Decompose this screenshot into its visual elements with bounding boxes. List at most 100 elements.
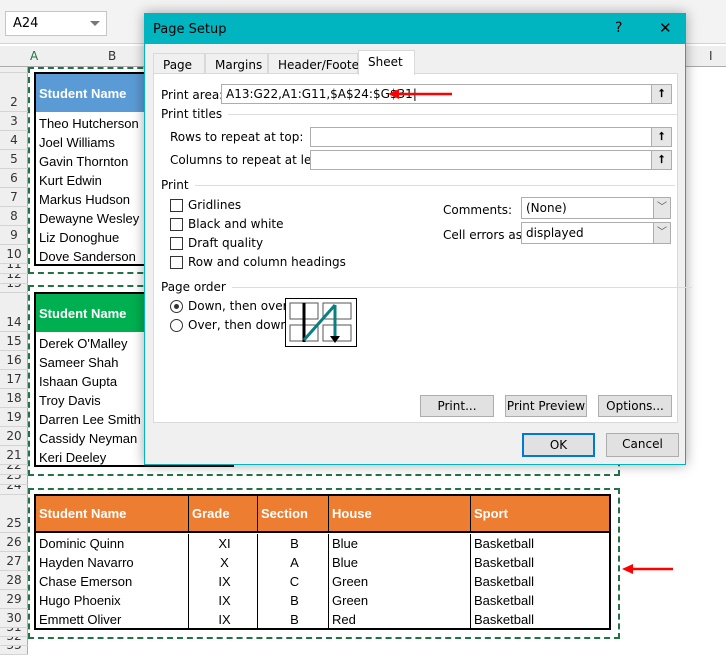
row-header[interactable]: 27 <box>0 552 28 571</box>
chevron-down-icon[interactable]: ﹀ <box>653 223 670 243</box>
row-header[interactable]: 21 <box>0 446 28 465</box>
help-button[interactable]: ? <box>615 20 622 36</box>
table-cell[interactable]: A <box>258 553 329 572</box>
tab-page[interactable]: Page <box>153 53 205 75</box>
row-header[interactable]: 12 <box>0 274 28 284</box>
row-header[interactable]: 19 <box>0 408 28 427</box>
row-header[interactable]: 29 <box>0 590 28 609</box>
table-cell[interactable]: IX <box>189 591 258 610</box>
column-header-cell[interactable]: Student Name <box>36 496 189 533</box>
ok-button[interactable]: OK <box>522 433 595 457</box>
cancel-button[interactable]: Cancel <box>606 433 679 457</box>
table-cell[interactable]: Basketball <box>471 572 609 591</box>
print-section: Print <box>161 178 675 192</box>
table-cell[interactable]: Blue <box>329 534 471 553</box>
radio-over-then-down[interactable] <box>170 319 183 332</box>
row-header[interactable]: 3 <box>0 112 28 131</box>
collapse-dialog-icon[interactable]: ⭡ <box>651 128 671 146</box>
radio-down-then-over[interactable] <box>170 300 183 313</box>
row-header[interactable]: 10 <box>0 245 28 264</box>
table-cell[interactable]: Basketball <box>471 591 609 610</box>
table-cell[interactable]: B <box>258 591 329 610</box>
table-cell[interactable]: B <box>258 610 329 629</box>
table-cell[interactable]: Green <box>329 591 471 610</box>
checkbox-row-and-column-headings[interactable] <box>170 256 183 269</box>
checkbox-gridlines[interactable] <box>170 199 183 212</box>
table-cell[interactable]: Basketball <box>471 553 609 572</box>
row-header[interactable]: 7 <box>0 188 28 207</box>
radio-over-label: Over, then down <box>188 318 288 332</box>
table-cell[interactable]: Dominic Quinn <box>36 534 189 553</box>
print-button[interactable]: Print... <box>420 395 494 417</box>
table-cell[interactable]: XI <box>189 534 258 553</box>
tab-margins[interactable]: Margins <box>205 53 268 75</box>
row-header[interactable]: 22 <box>0 465 28 475</box>
row-header[interactable]: 26 <box>0 533 28 552</box>
row-header[interactable]: 15 <box>0 332 28 351</box>
row-header[interactable]: 5 <box>0 150 28 169</box>
row-header[interactable]: 25 <box>0 495 28 533</box>
table-cell[interactable]: Green <box>329 572 471 591</box>
row-header[interactable]: 9 <box>0 226 28 245</box>
table-cell[interactable]: Basketball <box>471 534 609 553</box>
column-header-i[interactable]: I <box>709 49 713 63</box>
table-cell[interactable]: B <box>258 534 329 553</box>
table-cell[interactable]: Basketball <box>471 610 609 629</box>
table-cell[interactable]: Hugo Phoenix <box>36 591 189 610</box>
comments-select[interactable]: (None) ﹀ <box>521 197 671 219</box>
table-cell[interactable]: Hayden Navarro <box>36 553 189 572</box>
print-preview-button[interactable]: Print Preview <box>505 395 587 417</box>
row-header[interactable]: 4 <box>0 131 28 150</box>
name-box[interactable]: A24 <box>5 11 107 36</box>
chevron-down-icon[interactable]: ﹀ <box>653 198 670 218</box>
comments-label: Comments: <box>443 203 513 217</box>
column-header-cell[interactable]: House <box>329 496 471 533</box>
cancel-label: Cancel <box>622 437 663 451</box>
column-header-cell[interactable]: Grade <box>189 496 258 533</box>
tab-sheet[interactable]: Sheet <box>358 50 415 75</box>
column-header-cell[interactable]: Sport <box>471 496 609 533</box>
row-header[interactable]: 31 <box>0 628 28 637</box>
row-header[interactable]: 24 <box>0 485 28 495</box>
table-cell[interactable]: Emmett Oliver <box>36 610 189 629</box>
checkbox-label: Black and white <box>188 217 284 231</box>
row-header[interactable]: 18 <box>0 389 28 408</box>
ok-label: OK <box>549 438 568 452</box>
row-header[interactable]: 23 <box>0 475 28 485</box>
chevron-down-icon[interactable] <box>90 21 100 26</box>
column-header-b[interactable]: B <box>108 49 116 63</box>
cell-errors-select[interactable]: displayed ﹀ <box>521 222 671 244</box>
row-header[interactable]: 16 <box>0 351 28 370</box>
row-header[interactable]: 30 <box>0 609 28 628</box>
column-header-cell[interactable]: Section <box>258 496 329 533</box>
column-header-a[interactable]: A <box>30 49 38 63</box>
row-header[interactable]: 6 <box>0 169 28 188</box>
table-cell[interactable]: IX <box>189 572 258 591</box>
table-cell[interactable]: IX <box>189 610 258 629</box>
row-header[interactable]: 11 <box>0 264 28 274</box>
row-header[interactable]: 2 <box>0 73 28 112</box>
row-header[interactable]: 14 <box>0 293 28 332</box>
row-header[interactable]: 13 <box>0 284 28 293</box>
table-cell[interactable]: Blue <box>329 553 471 572</box>
options-button[interactable]: Options... <box>598 395 672 417</box>
table-cell[interactable]: Red <box>329 610 471 629</box>
row-header[interactable]: 32 <box>0 637 28 646</box>
close-button[interactable]: ✕ <box>659 19 672 37</box>
annotation-arrow-icon <box>388 89 452 99</box>
cols-repeat-input[interactable]: ⭡ <box>310 150 672 170</box>
rows-repeat-input[interactable]: ⭡ <box>310 127 672 147</box>
row-header[interactable]: 20 <box>0 427 28 446</box>
row-header[interactable]: 8 <box>0 207 28 226</box>
checkbox-black-and-white[interactable] <box>170 218 183 231</box>
checkbox-label: Gridlines <box>188 198 242 212</box>
row-header[interactable]: 28 <box>0 571 28 590</box>
tab-header-footer[interactable]: Header/Footer <box>268 53 364 75</box>
table-cell[interactable]: C <box>258 572 329 591</box>
collapse-dialog-icon[interactable]: ⭡ <box>651 151 671 169</box>
collapse-dialog-icon[interactable]: ⭡ <box>651 85 671 103</box>
table-cell[interactable]: X <box>189 553 258 572</box>
table-cell[interactable]: Chase Emerson <box>36 572 189 591</box>
row-header[interactable]: 17 <box>0 370 28 389</box>
checkbox-draft-quality[interactable] <box>170 237 183 250</box>
